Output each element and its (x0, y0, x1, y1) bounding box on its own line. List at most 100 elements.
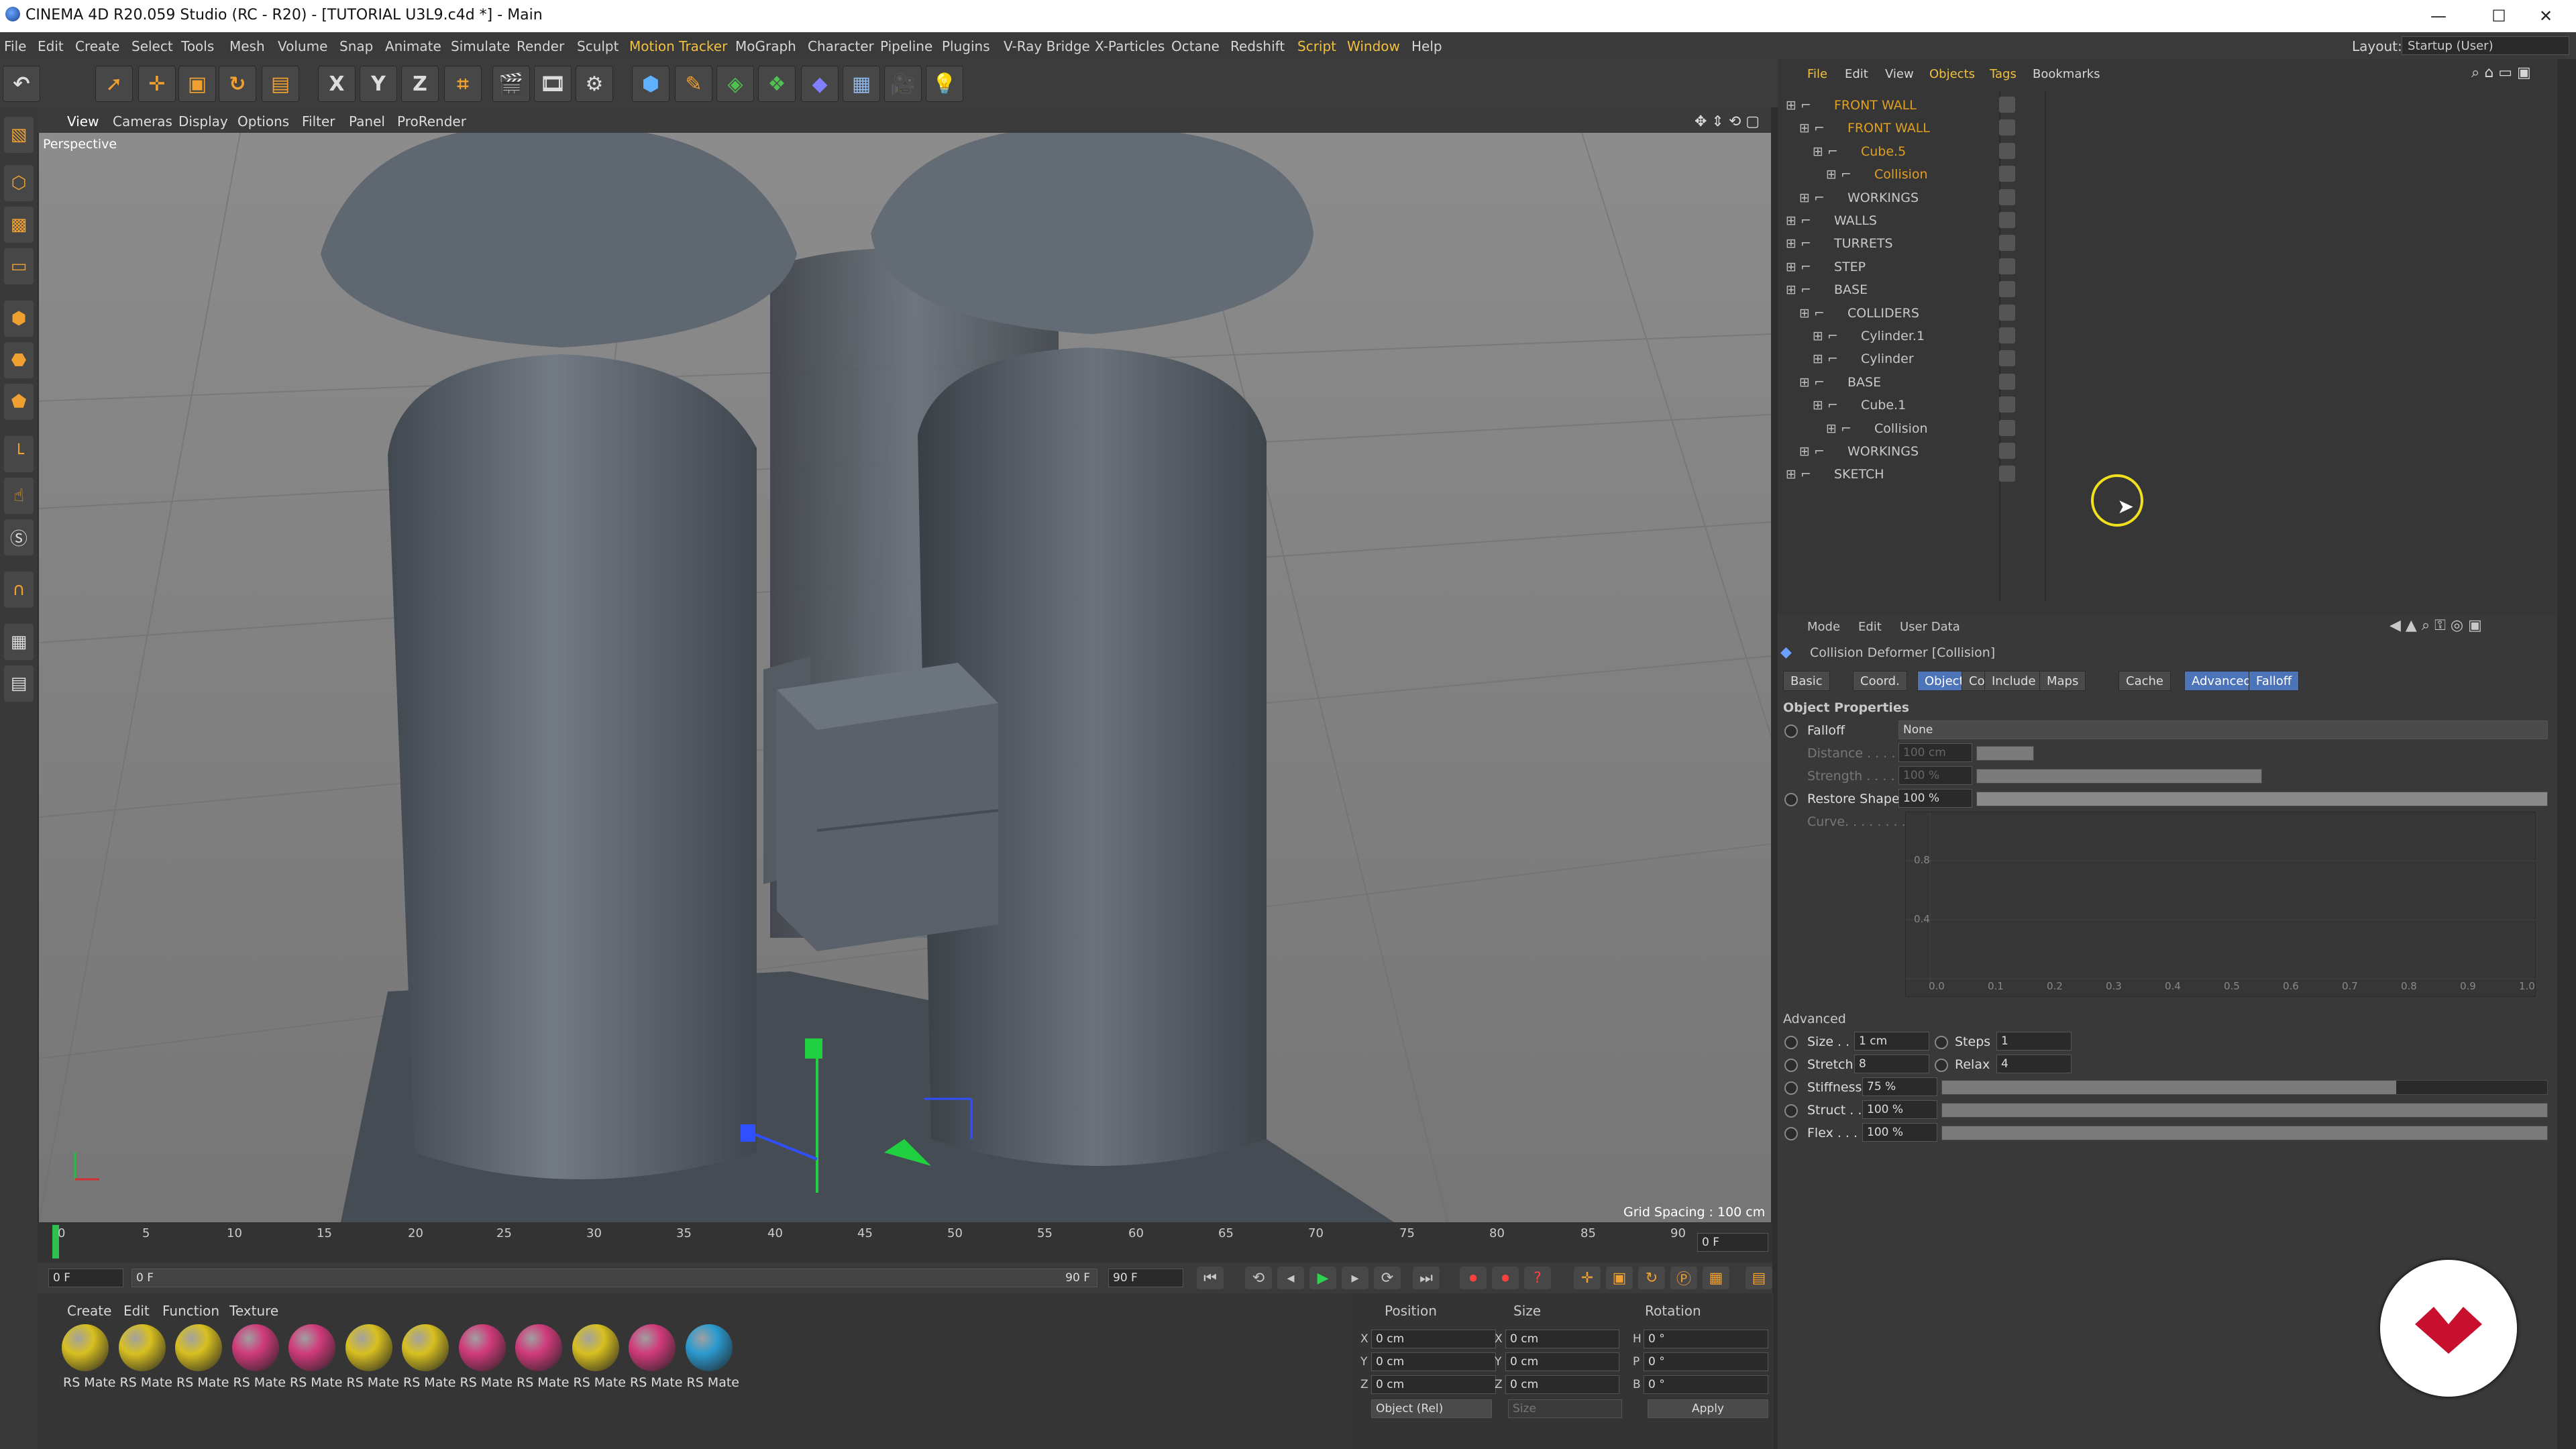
object-name[interactable]: COLLIDERS (1847, 306, 1919, 321)
objmgr-menu-bookmarks[interactable]: Bookmarks (2033, 67, 2100, 81)
viewport-menu-options[interactable]: Options (237, 113, 289, 129)
relax-animate-radio[interactable] (1935, 1059, 1948, 1072)
recent-tools-icon[interactable]: ▤ (262, 66, 299, 102)
object-name[interactable]: WALLS (1834, 213, 1877, 228)
menu-edit[interactable]: Edit (38, 38, 64, 54)
light-icon[interactable]: 💡 (926, 66, 963, 102)
layer-visibility-icon[interactable] (1999, 443, 2015, 459)
falloff-select[interactable]: None (1898, 720, 2548, 739)
current-frame-field[interactable]: 0 F (1697, 1233, 1768, 1252)
deformer-icon[interactable]: ◆ (801, 66, 839, 102)
restore-shape-field[interactable]: 100 % (1898, 789, 1972, 808)
object-tree-row[interactable]: ⊞ ⌐ Cylinder (1778, 347, 2576, 370)
flex-field[interactable]: 100 % (1862, 1123, 1937, 1142)
axis-mode-icon[interactable]: └ (4, 436, 34, 472)
material-menu-texture[interactable]: Texture (229, 1303, 278, 1319)
layer-visibility-icon[interactable] (1999, 304, 2015, 321)
menu-vray-bridge[interactable]: V-Ray Bridge (1004, 38, 1090, 54)
size-mode-select[interactable]: Size (1508, 1399, 1622, 1418)
coordinate-system-icon[interactable]: ⌗ (444, 66, 482, 102)
material-preview-ball[interactable] (175, 1324, 222, 1371)
attr-menu-edit[interactable]: Edit (1858, 620, 1882, 634)
object-name[interactable]: WORKINGS (1847, 191, 1919, 205)
strength-field[interactable]: 100 % (1898, 766, 1972, 785)
menu-render[interactable]: Render (517, 38, 564, 54)
struct-field[interactable]: 100 % (1862, 1100, 1937, 1119)
viewport-menu-cameras[interactable]: Cameras (113, 113, 172, 129)
object-name[interactable]: BASE (1847, 375, 1881, 390)
camera-icon[interactable]: 🎥 (884, 66, 922, 102)
object-tree-row[interactable]: ⊞ ⌐ Collision (1778, 163, 2576, 186)
object-tree-row[interactable]: ⊞ ⌐ TURRETS (1778, 232, 2576, 255)
menu-file[interactable]: File (4, 38, 26, 54)
attribute-tab[interactable]: Maps (2039, 671, 2086, 691)
object-name[interactable]: SKETCH (1834, 467, 1884, 482)
select-arrow-icon[interactable]: ➚ (95, 66, 133, 102)
object-name[interactable]: TURRETS (1834, 236, 1893, 251)
material-menu-function[interactable]: Function (162, 1303, 219, 1319)
material-menu-edit[interactable]: Edit (123, 1303, 150, 1319)
menu-window[interactable]: Window (1347, 38, 1400, 54)
material-preview-ball[interactable] (345, 1324, 392, 1371)
material-preview-ball[interactable] (572, 1324, 619, 1371)
falloff-animate-radio[interactable] (1784, 724, 1798, 738)
menu-character[interactable]: Character (808, 38, 874, 54)
menu-mograph[interactable]: MoGraph (735, 38, 796, 54)
workplane-icon[interactable]: ▭ (4, 248, 34, 284)
size-field[interactable]: 0 cm (1505, 1375, 1619, 1394)
object-tree-row[interactable]: ⊞ ⌐ BASE (1778, 278, 2576, 301)
timeline-window-icon[interactable]: ▤ (1746, 1267, 1772, 1289)
menu-help[interactable]: Help (1411, 38, 1442, 54)
stiffness-field[interactable]: 75 % (1862, 1077, 1937, 1096)
menu-simulate[interactable]: Simulate (451, 38, 510, 54)
apply-button[interactable]: Apply (1648, 1399, 1768, 1418)
object-tree-row[interactable]: ⊞ ⌐ Collision (1778, 417, 2576, 440)
layer-visibility-icon[interactable] (1999, 466, 2015, 482)
undo-icon[interactable]: ↶ (3, 66, 40, 102)
menu-x-particles[interactable]: X-Particles (1095, 38, 1165, 54)
array-cloner-icon[interactable]: ❖ (758, 66, 796, 102)
viewport-menu-view[interactable]: View (67, 113, 99, 129)
material-preview-ball[interactable] (458, 1324, 506, 1371)
object-tree-row[interactable]: ⊞ ⌐ Cube.5 (1778, 140, 2576, 163)
restore-shape-slider[interactable] (1976, 792, 2548, 806)
menu-mesh[interactable]: Mesh (229, 38, 265, 54)
polygons-mode-icon[interactable]: ⬟ (4, 384, 34, 420)
strength-slider[interactable] (1976, 769, 2262, 784)
material-menu-create[interactable]: Create (67, 1303, 111, 1319)
render-picture-viewer-icon[interactable]: 🎞 (534, 66, 572, 102)
play-icon[interactable]: ▶ (1309, 1267, 1336, 1289)
key-rotation-icon[interactable]: ↻ (1638, 1267, 1665, 1289)
distance-slider[interactable] (1976, 746, 2034, 761)
solo-mode-icon[interactable]: Ⓢ (4, 519, 34, 555)
material-preview-ball[interactable] (288, 1324, 335, 1371)
position-field[interactable]: 0 cm (1371, 1352, 1496, 1371)
edges-mode-icon[interactable]: ⬣ (4, 342, 34, 378)
key-scale-icon[interactable]: ▣ (1606, 1267, 1633, 1289)
object-tree-row[interactable]: ⊞ ⌐ STEP (1778, 256, 2576, 278)
3d-viewport[interactable] (39, 133, 1771, 1222)
attr-menu-mode[interactable]: Mode (1807, 620, 1840, 634)
object-tree-row[interactable]: ⊞ ⌐ Cube.1 (1778, 394, 2576, 417)
right-side-tab-strip[interactable] (2557, 59, 2576, 1449)
struct-animate-radio[interactable] (1784, 1104, 1798, 1118)
objmgr-menu-tags[interactable]: Tags (1990, 67, 2017, 81)
objmgr-menu-edit[interactable]: Edit (1845, 67, 1868, 81)
menu-select[interactable]: Select (131, 38, 173, 54)
menu-create[interactable]: Create (75, 38, 119, 54)
attribute-tab[interactable]: Falloff (2249, 671, 2300, 691)
menu-pipeline[interactable]: Pipeline (880, 38, 932, 54)
viewport-menu-panel[interactable]: Panel (349, 113, 385, 129)
layer-visibility-icon[interactable] (1999, 373, 2015, 390)
size-field[interactable]: 0 cm (1505, 1352, 1619, 1371)
objmgr-menu-file[interactable]: File (1807, 67, 1827, 81)
layer-visibility-icon[interactable] (1999, 166, 2015, 182)
relax-field[interactable]: 4 (1996, 1055, 2072, 1073)
layer-visibility-icon[interactable] (1999, 396, 2015, 413)
material-preview-ball[interactable] (629, 1324, 676, 1371)
key-parameter-icon[interactable]: Ⓟ (1670, 1267, 1697, 1289)
steps-animate-radio[interactable] (1935, 1036, 1948, 1049)
go-to-start-icon[interactable]: ⏮ (1197, 1267, 1224, 1289)
viewport-navigation-icon[interactable]: ✥ ⇕ ⟲ ▢ (1695, 113, 1760, 130)
model-mode-icon[interactable]: ⬡ (4, 165, 34, 201)
